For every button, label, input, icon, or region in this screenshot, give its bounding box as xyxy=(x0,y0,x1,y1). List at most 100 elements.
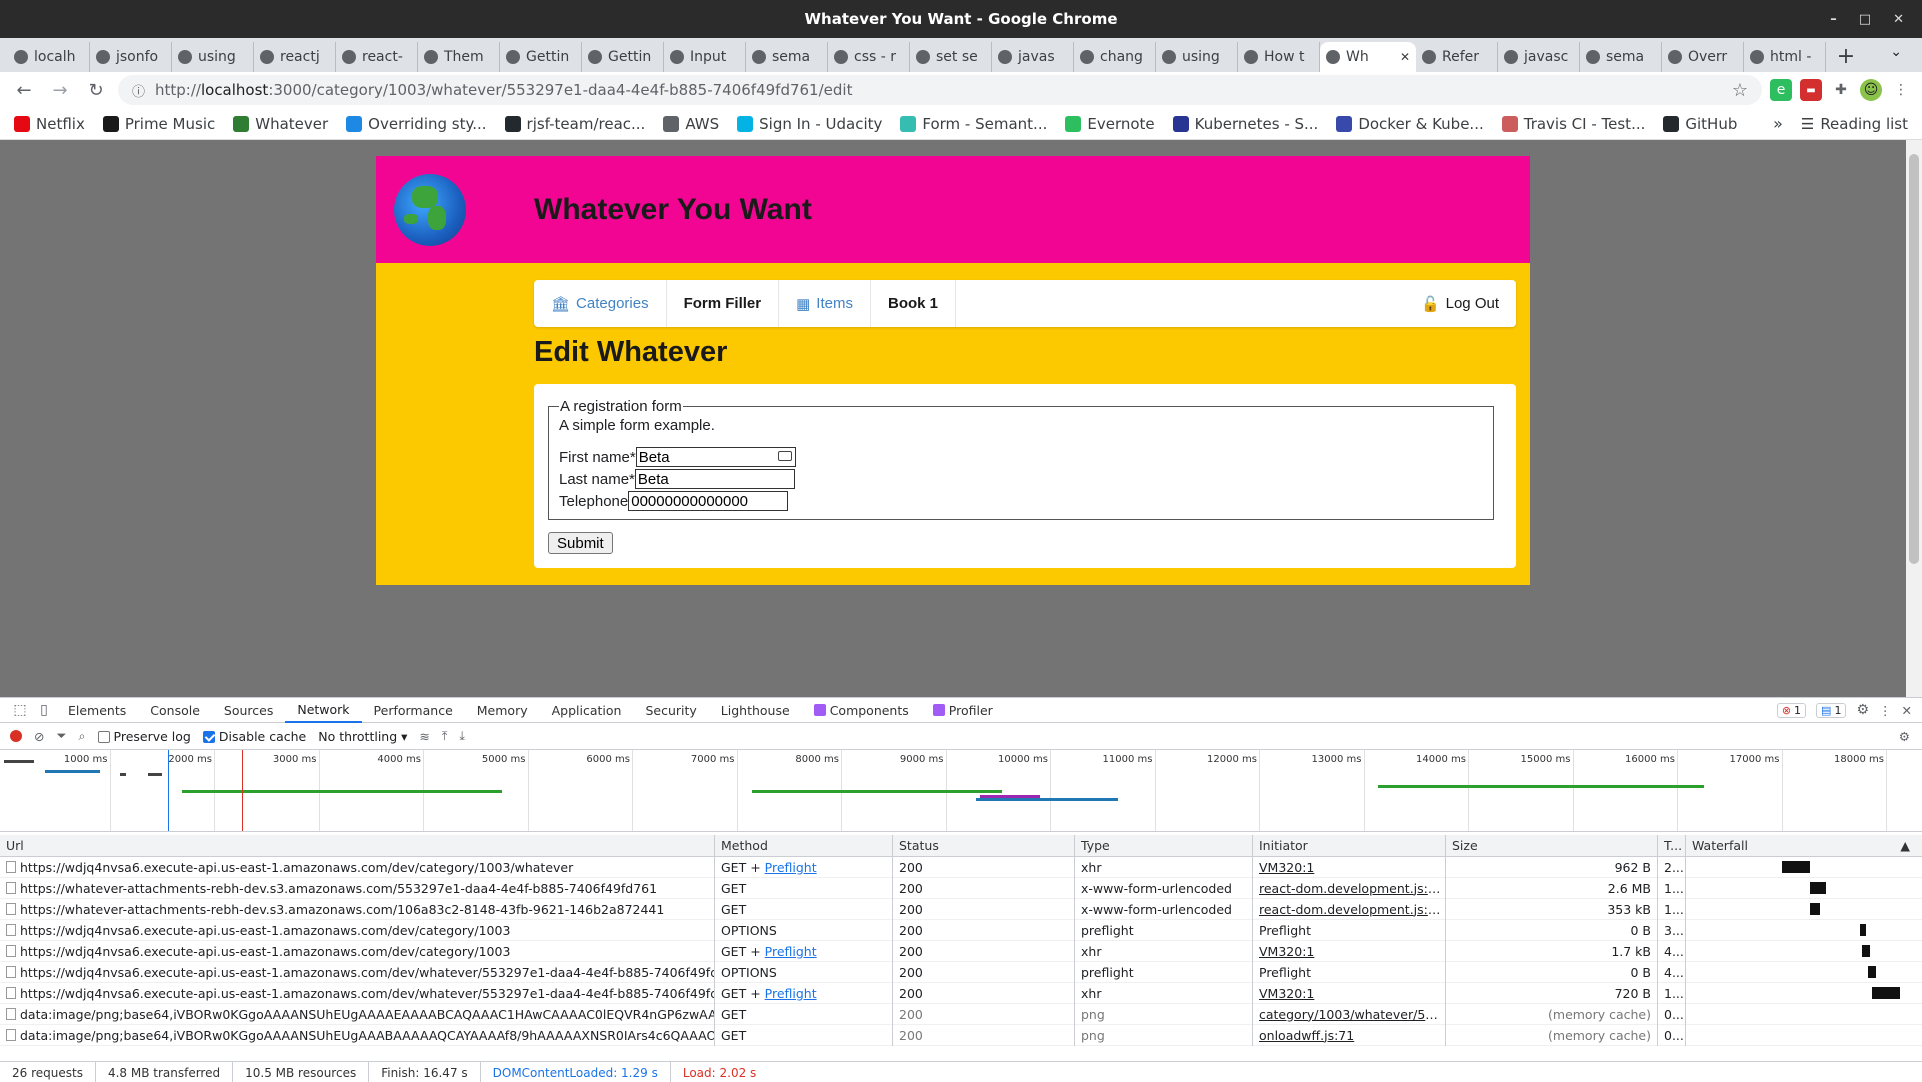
reading-list-button[interactable]: ☰ Reading list xyxy=(1801,115,1922,133)
browser-tab[interactable]: localh xyxy=(8,42,90,72)
devtools-tab-lighthouse[interactable]: Lighthouse xyxy=(709,698,802,723)
table-row[interactable]: https://wdjq4nvsa6.execute-api.us-east-1… xyxy=(0,982,1922,1004)
request-url-cell[interactable]: data:image/png;base64,iVBORw0KGgoAAAANSU… xyxy=(0,1003,715,1025)
col-status[interactable]: Status xyxy=(893,835,1075,856)
browser-tab[interactable]: html - xyxy=(1744,42,1826,72)
devtools-menu-icon[interactable]: ⋮ xyxy=(1879,703,1892,718)
request-url-cell[interactable]: https://wdjq4nvsa6.execute-api.us-east-1… xyxy=(0,919,715,941)
bookmark-item[interactable]: Kubernetes - S... xyxy=(1172,115,1318,133)
disable-cache-checkbox[interactable]: Disable cache xyxy=(202,729,306,744)
table-row[interactable]: https://wdjq4nvsa6.execute-api.us-east-1… xyxy=(0,961,1922,983)
maximize-icon[interactable]: □ xyxy=(1859,12,1871,27)
clear-icon[interactable]: ⊘ xyxy=(34,729,44,744)
bookmark-item[interactable]: Travis CI - Test... xyxy=(1501,115,1645,133)
bookmark-item[interactable]: rjsf-team/reac... xyxy=(504,115,645,133)
col-method[interactable]: Method xyxy=(715,835,893,856)
device-toolbar-icon[interactable]: ▯ xyxy=(32,702,56,718)
devtools-tab-components[interactable]: Components xyxy=(802,698,921,723)
table-row[interactable]: https://wdjq4nvsa6.execute-api.us-east-1… xyxy=(0,919,1922,941)
bookmark-item[interactable]: Sign In - Udacity xyxy=(737,115,882,133)
bookmark-item[interactable]: Evernote xyxy=(1065,115,1155,133)
devtools-tab-sources[interactable]: Sources xyxy=(212,698,285,723)
menu-book-1[interactable]: Book 1 xyxy=(871,280,956,327)
evernote-extension-icon[interactable]: e xyxy=(1770,79,1792,101)
bookmark-item[interactable]: Netflix xyxy=(14,115,85,133)
first-name-field[interactable] xyxy=(635,447,796,467)
forward-icon[interactable]: → xyxy=(46,76,74,104)
browser-tab[interactable]: Wh ✕ xyxy=(1320,42,1416,72)
devtools-tab-network[interactable]: Network xyxy=(285,698,362,723)
import-har-icon[interactable]: ⤒ xyxy=(442,728,448,744)
bookmark-item[interactable]: Form - Semant... xyxy=(900,115,1047,133)
devtools-tab-security[interactable]: Security xyxy=(633,698,708,723)
bookmark-item[interactable]: Docker & Kube... xyxy=(1336,115,1484,133)
menu-categories[interactable]: 🏛 Categories xyxy=(534,280,667,327)
table-row[interactable]: https://wdjq4nvsa6.execute-api.us-east-1… xyxy=(0,940,1922,962)
browser-tab[interactable]: set se xyxy=(910,42,992,72)
profile-avatar[interactable]: ☺ xyxy=(1860,79,1882,101)
request-initiator[interactable]: VM320:1 xyxy=(1259,860,1314,875)
submit-button[interactable]: Submit xyxy=(548,532,613,554)
devtools-tab-application[interactable]: Application xyxy=(540,698,634,723)
tab-search-icon[interactable]: ⌄ xyxy=(1890,44,1902,60)
request-initiator[interactable]: VM320:1 xyxy=(1259,986,1314,1001)
devtools-tab-performance[interactable]: Performance xyxy=(362,698,465,723)
request-url-cell[interactable]: https://wdjq4nvsa6.execute-api.us-east-1… xyxy=(0,856,715,878)
request-url-cell[interactable]: https://wdjq4nvsa6.execute-api.us-east-1… xyxy=(0,982,715,1004)
inspect-element-icon[interactable]: ⬚ xyxy=(8,702,32,718)
bookmark-item[interactable]: Whatever xyxy=(233,115,328,133)
request-url-cell[interactable]: https://whatever-attachments-rebh-dev.s3… xyxy=(0,898,715,920)
browser-tab[interactable]: react- xyxy=(336,42,418,72)
browser-tab[interactable]: Input xyxy=(664,42,746,72)
telephone-field[interactable] xyxy=(628,491,789,511)
messages-badge[interactable]: ▤ 1 xyxy=(1816,702,1847,718)
table-row[interactable]: https://whatever-attachments-rebh-dev.s3… xyxy=(0,877,1922,899)
preflight-link[interactable]: Preflight xyxy=(765,860,817,875)
table-row[interactable]: https://whatever-attachments-rebh-dev.s3… xyxy=(0,898,1922,920)
devtools-close-icon[interactable]: ✕ xyxy=(1902,703,1912,718)
browser-tab[interactable]: jsonfo xyxy=(90,42,172,72)
request-url-cell[interactable]: https://wdjq4nvsa6.execute-api.us-east-1… xyxy=(0,940,715,962)
throttling-select[interactable]: No throttling ▾ xyxy=(318,729,407,744)
browser-tab[interactable]: chang xyxy=(1074,42,1156,72)
bookmark-item[interactable]: Overriding sty... xyxy=(346,115,487,133)
menu-form-filler[interactable]: Form Filler xyxy=(667,280,780,327)
address-bar[interactable]: ⓘ http://localhost:3000/category/1003/wh… xyxy=(118,75,1762,105)
new-tab-icon[interactable]: + xyxy=(1826,42,1866,72)
col-initiator[interactable]: Initiator xyxy=(1253,835,1446,856)
info-icon[interactable]: ⓘ xyxy=(132,81,145,100)
browser-tab[interactable]: using xyxy=(1156,42,1238,72)
bookmark-item[interactable]: AWS xyxy=(663,115,719,133)
request-url-cell[interactable]: data:image/png;base64,iVBORw0KGgoAAAANSU… xyxy=(0,1024,715,1046)
close-window-icon[interactable]: ✕ xyxy=(1893,12,1904,27)
browser-tab[interactable]: Gettin xyxy=(500,42,582,72)
devtools-tab-profiler[interactable]: Profiler xyxy=(921,698,1005,723)
col-type[interactable]: Type xyxy=(1075,835,1253,856)
page-scrollbar[interactable] xyxy=(1906,140,1922,697)
tab-close-icon[interactable]: ✕ xyxy=(1400,50,1410,64)
col-time[interactable]: T... xyxy=(1658,835,1686,856)
browser-tab[interactable]: sema xyxy=(1580,42,1662,72)
preserve-log-checkbox[interactable]: Preserve log xyxy=(97,729,191,744)
request-initiator[interactable]: VM320:1 xyxy=(1259,944,1314,959)
request-url-cell[interactable]: https://whatever-attachments-rebh-dev.s3… xyxy=(0,877,715,899)
request-initiator[interactable]: react-dom.development.js:683 xyxy=(1259,902,1445,917)
preflight-link[interactable]: Preflight xyxy=(765,944,817,959)
network-settings-icon[interactable]: ⚙ xyxy=(1899,729,1910,744)
last-name-field[interactable] xyxy=(634,469,795,489)
minimize-icon[interactable]: – xyxy=(1830,12,1837,27)
devtools-settings-icon[interactable]: ⚙ xyxy=(1856,702,1869,718)
browser-tab[interactable]: Gettin xyxy=(582,42,664,72)
browser-tab[interactable]: Overr xyxy=(1662,42,1744,72)
table-row[interactable]: data:image/png;base64,iVBORw0KGgoAAAANSU… xyxy=(0,1024,1922,1046)
bookmark-star-icon[interactable]: ☆ xyxy=(1732,80,1748,101)
col-url[interactable]: Url xyxy=(0,835,715,856)
record-icon[interactable] xyxy=(10,730,22,742)
request-initiator[interactable]: react-dom.development.js:683 xyxy=(1259,881,1445,896)
devtools-tab-console[interactable]: Console xyxy=(138,698,212,723)
errors-badge[interactable]: ⊗ 1 xyxy=(1776,702,1807,718)
devtools-tab-elements[interactable]: Elements xyxy=(56,698,138,723)
red-extension-icon[interactable]: ▬ xyxy=(1800,79,1822,101)
bookmark-item[interactable]: Prime Music xyxy=(102,115,215,133)
browser-tab[interactable]: css - r xyxy=(828,42,910,72)
